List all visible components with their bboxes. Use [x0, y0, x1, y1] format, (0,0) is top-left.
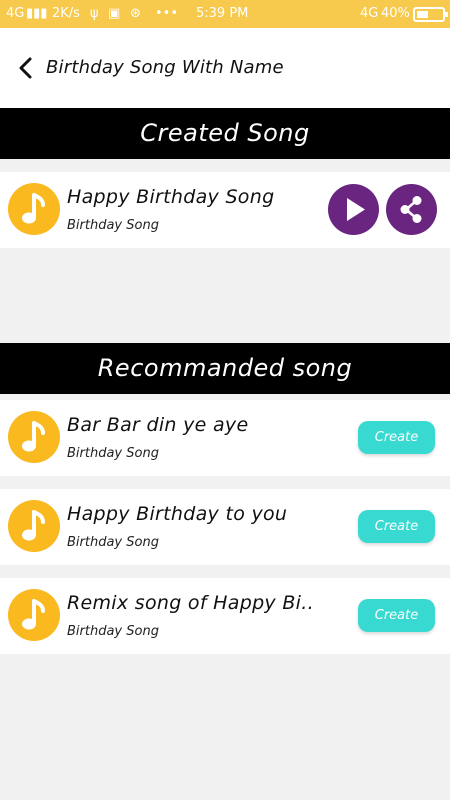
app-bar: Birthday Song With Name	[0, 28, 450, 108]
song-title: Happy Birthday Song	[67, 186, 275, 208]
volte-icon: ▣	[108, 6, 121, 21]
hotspot-icon: ⊛	[130, 6, 141, 21]
play-button[interactable]	[328, 184, 379, 235]
network-indicator-right: 4G	[360, 6, 379, 21]
create-button[interactable]: Create	[358, 510, 435, 543]
recommended-song-item[interactable]: Happy Birthday to you Birthday Song Crea…	[0, 489, 450, 565]
recommended-song-header: Recommanded song	[0, 343, 450, 394]
song-subtitle: Birthday Song	[67, 624, 159, 639]
song-subtitle: Birthday Song	[67, 218, 159, 233]
network-indicator: 4G	[6, 6, 25, 21]
more-notifications-icon: •••	[155, 6, 179, 21]
created-song-header: Created Song	[0, 108, 450, 159]
song-title: Happy Birthday to you	[67, 503, 288, 525]
song-title: Bar Bar din ye aye	[67, 414, 249, 436]
song-title: Remix song of Happy Bi..	[67, 592, 314, 614]
back-button[interactable]	[8, 50, 44, 86]
share-icon	[400, 196, 422, 223]
music-note-icon	[8, 589, 60, 641]
song-subtitle: Birthday Song	[67, 446, 159, 461]
share-button[interactable]	[386, 184, 437, 235]
recommended-song-item[interactable]: Remix song of Happy Bi.. Birthday Song C…	[0, 578, 450, 654]
battery-icon	[413, 7, 448, 22]
battery-percent: 40%	[381, 6, 410, 21]
signal-icon: ▮▮▮	[26, 6, 48, 21]
created-song-item[interactable]: Happy Birthday Song Birthday Song	[0, 172, 450, 248]
network-speed: 2K/s	[52, 6, 80, 21]
song-subtitle: Birthday Song	[67, 535, 159, 550]
music-note-icon	[8, 500, 60, 552]
music-note-icon	[8, 411, 60, 463]
create-button[interactable]: Create	[358, 599, 435, 632]
play-icon	[347, 198, 365, 221]
usb-icon: ψ	[90, 6, 99, 21]
status-bar: 4G ▮▮▮ 2K/s ψ ▣ ⊛ ••• 5:39 PM 4G 40%	[0, 0, 450, 28]
music-note-icon	[8, 183, 60, 235]
clock: 5:39 PM	[196, 6, 249, 21]
create-button[interactable]: Create	[358, 421, 435, 454]
recommended-song-item[interactable]: Bar Bar din ye aye Birthday Song Create	[0, 400, 450, 476]
page-title: Birthday Song With Name	[46, 57, 284, 78]
chevron-left-icon	[19, 57, 32, 79]
